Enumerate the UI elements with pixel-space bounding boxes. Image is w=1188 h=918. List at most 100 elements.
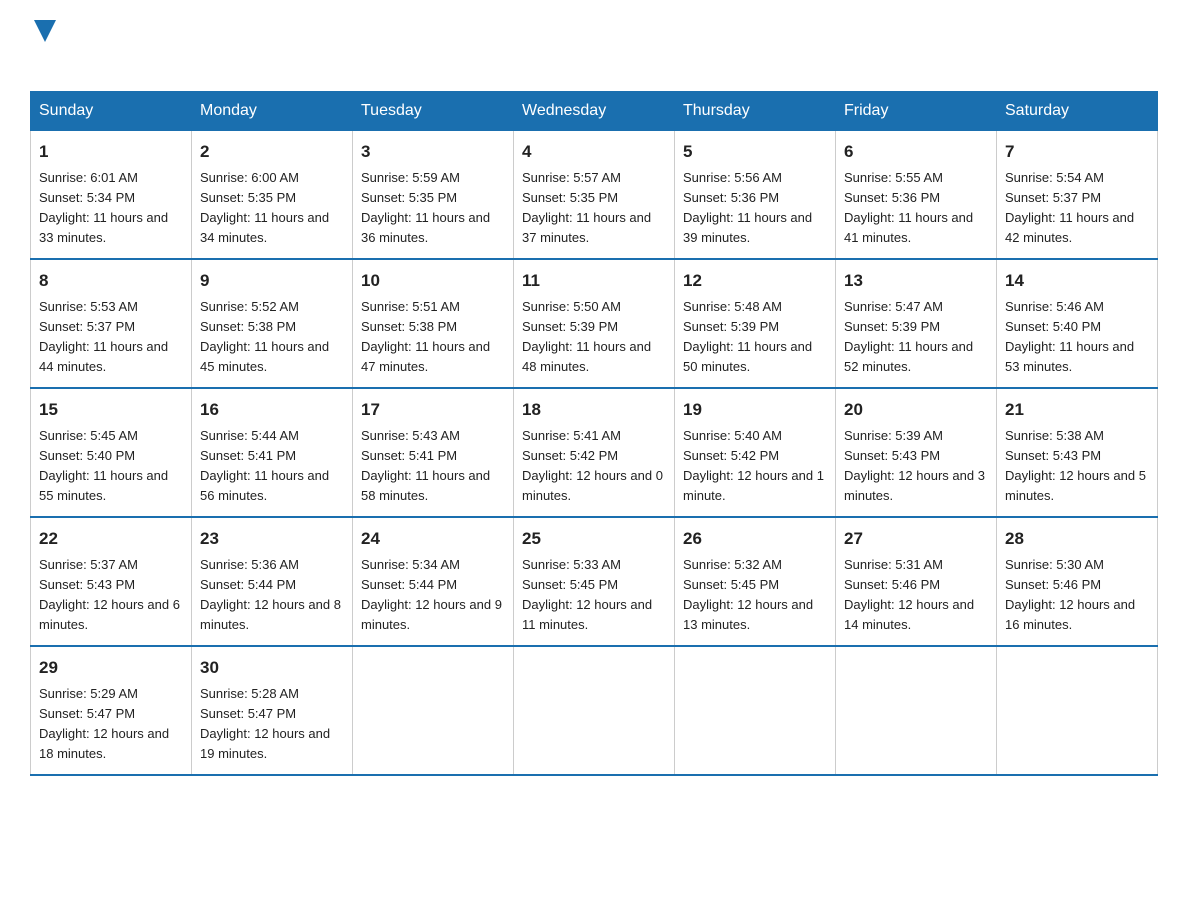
- day-info: Sunrise: 5:38 AMSunset: 5:43 PMDaylight:…: [1005, 428, 1146, 503]
- day-number: 1: [39, 139, 183, 165]
- day-cell: 17 Sunrise: 5:43 AMSunset: 5:41 PMDaylig…: [353, 388, 514, 517]
- day-number: 5: [683, 139, 827, 165]
- column-header-tuesday: Tuesday: [353, 92, 514, 131]
- day-number: 20: [844, 397, 988, 423]
- day-cell: 20 Sunrise: 5:39 AMSunset: 5:43 PMDaylig…: [836, 388, 997, 517]
- day-cell: 3 Sunrise: 5:59 AMSunset: 5:35 PMDayligh…: [353, 131, 514, 260]
- column-header-thursday: Thursday: [675, 92, 836, 131]
- day-cell: 29 Sunrise: 5:29 AMSunset: 5:47 PMDaylig…: [31, 646, 192, 775]
- day-info: Sunrise: 5:39 AMSunset: 5:43 PMDaylight:…: [844, 428, 985, 503]
- day-cell: 16 Sunrise: 5:44 AMSunset: 5:41 PMDaylig…: [192, 388, 353, 517]
- day-number: 26: [683, 526, 827, 552]
- day-cell: [353, 646, 514, 775]
- day-info: Sunrise: 5:53 AMSunset: 5:37 PMDaylight:…: [39, 299, 168, 374]
- day-info: Sunrise: 5:55 AMSunset: 5:36 PMDaylight:…: [844, 170, 973, 245]
- column-header-wednesday: Wednesday: [514, 92, 675, 131]
- day-number: 18: [522, 397, 666, 423]
- day-number: 27: [844, 526, 988, 552]
- week-row-1: 1 Sunrise: 6:01 AMSunset: 5:34 PMDayligh…: [31, 131, 1158, 260]
- day-cell: 19 Sunrise: 5:40 AMSunset: 5:42 PMDaylig…: [675, 388, 836, 517]
- day-info: Sunrise: 5:34 AMSunset: 5:44 PMDaylight:…: [361, 557, 502, 632]
- day-number: 8: [39, 268, 183, 294]
- day-number: 4: [522, 139, 666, 165]
- day-cell: 28 Sunrise: 5:30 AMSunset: 5:46 PMDaylig…: [997, 517, 1158, 646]
- week-row-4: 22 Sunrise: 5:37 AMSunset: 5:43 PMDaylig…: [31, 517, 1158, 646]
- day-info: Sunrise: 5:36 AMSunset: 5:44 PMDaylight:…: [200, 557, 341, 632]
- day-info: Sunrise: 5:30 AMSunset: 5:46 PMDaylight:…: [1005, 557, 1135, 632]
- day-number: 14: [1005, 268, 1149, 294]
- day-info: Sunrise: 5:29 AMSunset: 5:47 PMDaylight:…: [39, 686, 169, 761]
- day-info: Sunrise: 5:44 AMSunset: 5:41 PMDaylight:…: [200, 428, 329, 503]
- day-info: Sunrise: 5:57 AMSunset: 5:35 PMDaylight:…: [522, 170, 651, 245]
- week-row-3: 15 Sunrise: 5:45 AMSunset: 5:40 PMDaylig…: [31, 388, 1158, 517]
- day-number: 12: [683, 268, 827, 294]
- header-row: SundayMondayTuesdayWednesdayThursdayFrid…: [31, 92, 1158, 131]
- day-number: 2: [200, 139, 344, 165]
- day-info: Sunrise: 5:46 AMSunset: 5:40 PMDaylight:…: [1005, 299, 1134, 374]
- day-info: Sunrise: 5:40 AMSunset: 5:42 PMDaylight:…: [683, 428, 824, 503]
- day-cell: 26 Sunrise: 5:32 AMSunset: 5:45 PMDaylig…: [675, 517, 836, 646]
- day-info: Sunrise: 5:37 AMSunset: 5:43 PMDaylight:…: [39, 557, 180, 632]
- day-cell: 25 Sunrise: 5:33 AMSunset: 5:45 PMDaylig…: [514, 517, 675, 646]
- day-info: Sunrise: 5:33 AMSunset: 5:45 PMDaylight:…: [522, 557, 652, 632]
- day-number: 19: [683, 397, 827, 423]
- day-info: Sunrise: 5:52 AMSunset: 5:38 PMDaylight:…: [200, 299, 329, 374]
- day-info: Sunrise: 5:41 AMSunset: 5:42 PMDaylight:…: [522, 428, 663, 503]
- day-cell: 10 Sunrise: 5:51 AMSunset: 5:38 PMDaylig…: [353, 259, 514, 388]
- day-info: Sunrise: 5:31 AMSunset: 5:46 PMDaylight:…: [844, 557, 974, 632]
- day-number: 16: [200, 397, 344, 423]
- day-number: 21: [1005, 397, 1149, 423]
- day-number: 10: [361, 268, 505, 294]
- day-cell: 8 Sunrise: 5:53 AMSunset: 5:37 PMDayligh…: [31, 259, 192, 388]
- day-cell: 23 Sunrise: 5:36 AMSunset: 5:44 PMDaylig…: [192, 517, 353, 646]
- day-number: 15: [39, 397, 183, 423]
- day-number: 17: [361, 397, 505, 423]
- logo: [30, 20, 56, 73]
- day-number: 22: [39, 526, 183, 552]
- day-info: Sunrise: 5:54 AMSunset: 5:37 PMDaylight:…: [1005, 170, 1134, 245]
- week-row-5: 29 Sunrise: 5:29 AMSunset: 5:47 PMDaylig…: [31, 646, 1158, 775]
- day-cell: 18 Sunrise: 5:41 AMSunset: 5:42 PMDaylig…: [514, 388, 675, 517]
- day-info: Sunrise: 5:59 AMSunset: 5:35 PMDaylight:…: [361, 170, 490, 245]
- day-number: 24: [361, 526, 505, 552]
- day-cell: 22 Sunrise: 5:37 AMSunset: 5:43 PMDaylig…: [31, 517, 192, 646]
- day-number: 13: [844, 268, 988, 294]
- day-cell: 30 Sunrise: 5:28 AMSunset: 5:47 PMDaylig…: [192, 646, 353, 775]
- day-info: Sunrise: 5:47 AMSunset: 5:39 PMDaylight:…: [844, 299, 973, 374]
- day-info: Sunrise: 5:28 AMSunset: 5:47 PMDaylight:…: [200, 686, 330, 761]
- day-cell: 4 Sunrise: 5:57 AMSunset: 5:35 PMDayligh…: [514, 131, 675, 260]
- day-info: Sunrise: 5:32 AMSunset: 5:45 PMDaylight:…: [683, 557, 813, 632]
- day-cell: [836, 646, 997, 775]
- day-number: 23: [200, 526, 344, 552]
- day-info: Sunrise: 5:56 AMSunset: 5:36 PMDaylight:…: [683, 170, 812, 245]
- day-cell: [997, 646, 1158, 775]
- day-number: 29: [39, 655, 183, 681]
- day-number: 6: [844, 139, 988, 165]
- day-number: 9: [200, 268, 344, 294]
- day-info: Sunrise: 5:45 AMSunset: 5:40 PMDaylight:…: [39, 428, 168, 503]
- page-header: [30, 20, 1158, 73]
- column-header-friday: Friday: [836, 92, 997, 131]
- day-cell: 9 Sunrise: 5:52 AMSunset: 5:38 PMDayligh…: [192, 259, 353, 388]
- day-number: 11: [522, 268, 666, 294]
- day-cell: 14 Sunrise: 5:46 AMSunset: 5:40 PMDaylig…: [997, 259, 1158, 388]
- day-cell: 27 Sunrise: 5:31 AMSunset: 5:46 PMDaylig…: [836, 517, 997, 646]
- day-number: 3: [361, 139, 505, 165]
- column-header-sunday: Sunday: [31, 92, 192, 131]
- day-info: Sunrise: 5:43 AMSunset: 5:41 PMDaylight:…: [361, 428, 490, 503]
- day-cell: 13 Sunrise: 5:47 AMSunset: 5:39 PMDaylig…: [836, 259, 997, 388]
- day-cell: 1 Sunrise: 6:01 AMSunset: 5:34 PMDayligh…: [31, 131, 192, 260]
- day-cell: 5 Sunrise: 5:56 AMSunset: 5:36 PMDayligh…: [675, 131, 836, 260]
- day-number: 30: [200, 655, 344, 681]
- day-info: Sunrise: 5:48 AMSunset: 5:39 PMDaylight:…: [683, 299, 812, 374]
- column-header-monday: Monday: [192, 92, 353, 131]
- column-header-saturday: Saturday: [997, 92, 1158, 131]
- day-cell: 2 Sunrise: 6:00 AMSunset: 5:35 PMDayligh…: [192, 131, 353, 260]
- day-cell: 12 Sunrise: 5:48 AMSunset: 5:39 PMDaylig…: [675, 259, 836, 388]
- week-row-2: 8 Sunrise: 5:53 AMSunset: 5:37 PMDayligh…: [31, 259, 1158, 388]
- logo-icon: [34, 20, 56, 42]
- day-info: Sunrise: 6:01 AMSunset: 5:34 PMDaylight:…: [39, 170, 168, 245]
- calendar-body: 1 Sunrise: 6:01 AMSunset: 5:34 PMDayligh…: [31, 131, 1158, 776]
- calendar-header: SundayMondayTuesdayWednesdayThursdayFrid…: [31, 92, 1158, 131]
- day-info: Sunrise: 6:00 AMSunset: 5:35 PMDaylight:…: [200, 170, 329, 245]
